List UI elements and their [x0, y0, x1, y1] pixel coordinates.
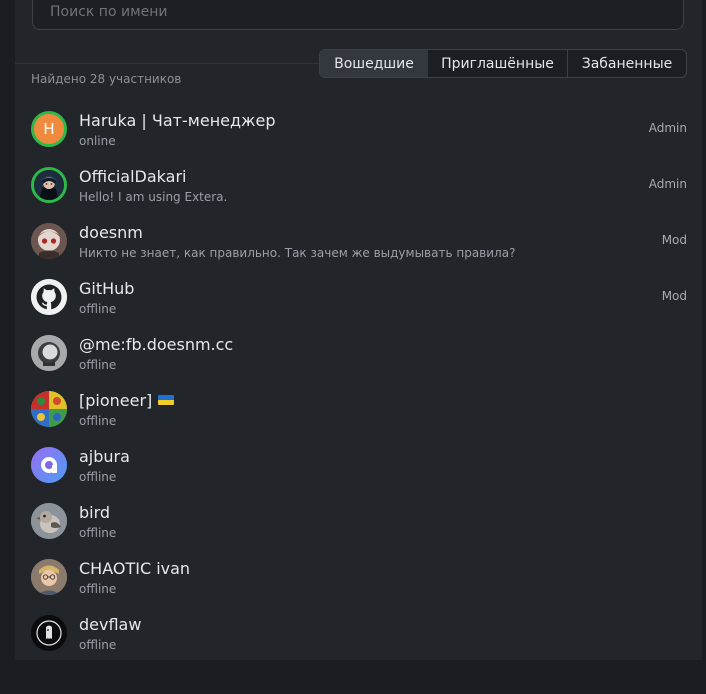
avatar [31, 223, 67, 259]
member-role: Admin [648, 177, 687, 191]
member-status: online [79, 134, 116, 148]
member-name: Haruka | Чат-менеджер [79, 111, 276, 130]
avatar: H [31, 111, 67, 147]
avatar [31, 503, 67, 539]
ukraine-flag-icon [158, 395, 175, 405]
member-row[interactable]: [pioneer] offline [15, 381, 702, 437]
member-status: offline [79, 358, 117, 372]
member-role: Admin [648, 121, 687, 135]
member-name: OfficialDakari [79, 167, 187, 186]
membership-tabs: Вошедшие Приглашённые Забаненные [319, 49, 687, 78]
avatar [31, 559, 67, 595]
character-avatar-icon [31, 335, 67, 371]
search-input[interactable] [48, 0, 652, 25]
member-row[interactable]: OfficialDakari Hello! I am using Extera.… [15, 157, 702, 213]
member-name-text: [pioneer] [79, 391, 153, 410]
cinny-logo-icon [31, 447, 67, 483]
member-status: Никто не знает, как правильно. Так зачем… [79, 246, 516, 260]
member-name: doesnm [79, 223, 143, 242]
tab-invited[interactable]: Приглашённые [428, 50, 568, 77]
member-role: Mod [661, 233, 687, 247]
member-row[interactable]: ajbura offline [15, 437, 702, 493]
avatar [31, 391, 67, 427]
member-row[interactable]: GitHub offline Mod [15, 269, 702, 325]
member-status: offline [79, 638, 117, 652]
member-name: bird [79, 503, 111, 522]
member-status: offline [79, 526, 117, 540]
avatar-letter: H [43, 120, 55, 138]
member-name: CHAOTIC ivan [79, 559, 191, 578]
character-avatar-icon [31, 223, 67, 259]
bird-avatar-icon [31, 503, 67, 539]
mosaic-avatar-icon [31, 391, 67, 427]
member-name: GitHub [79, 279, 135, 298]
search-box[interactable] [32, 0, 684, 30]
member-name: ajbura [79, 447, 130, 466]
member-status: offline [79, 470, 117, 484]
avatar [31, 335, 67, 371]
photo-avatar-icon [31, 559, 67, 595]
member-name: [pioneer] [79, 391, 175, 410]
member-row[interactable]: devflaw offline [15, 605, 702, 661]
member-status: offline [79, 414, 117, 428]
member-row[interactable]: doesnm Никто не знает, как правильно. Та… [15, 213, 702, 269]
member-row[interactable]: @me:fb.doesnm.cc offline [15, 325, 702, 381]
avatar [31, 447, 67, 483]
members-view: Найдено 28 участников Вошедшие Приглашён… [0, 0, 706, 694]
member-row[interactable]: CHAOTIC ivan offline [15, 549, 702, 605]
member-row[interactable]: bird offline [15, 493, 702, 549]
tab-joined[interactable]: Вошедшие [320, 50, 428, 77]
member-role: Mod [661, 289, 687, 303]
avatar [31, 279, 67, 315]
member-status: offline [79, 582, 117, 596]
member-status: Hello! I am using Extera. [79, 190, 228, 204]
members-count: Найдено 28 участников [31, 72, 182, 86]
member-name: @me:fb.doesnm.cc [79, 335, 234, 354]
avatar [31, 167, 67, 203]
github-icon [31, 279, 67, 315]
tab-banned[interactable]: Забаненные [568, 50, 686, 77]
avatar [31, 615, 67, 651]
character-avatar-icon [34, 170, 64, 200]
header-divider [15, 63, 320, 64]
ghost-avatar-icon [31, 615, 67, 651]
member-status: offline [79, 302, 117, 316]
member-name: devflaw [79, 615, 142, 634]
member-row[interactable]: H Haruka | Чат-менеджер online Admin [15, 101, 702, 157]
